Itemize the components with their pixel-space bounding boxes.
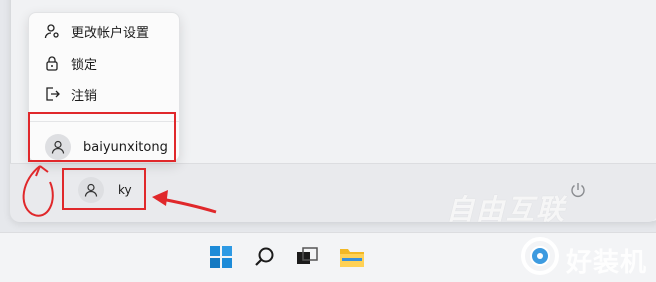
watermark-text: 自由互联 <box>446 193 567 226</box>
watermark-logo-icon <box>521 237 559 275</box>
task-view-icon[interactable] <box>293 243 321 271</box>
pointer-arrow-head <box>152 190 168 206</box>
watermark-text: 好装机 <box>566 248 648 278</box>
file-explorer-icon[interactable] <box>338 243 366 271</box>
windows-start-icon[interactable] <box>207 243 235 271</box>
curved-arrow-annotation <box>22 165 54 217</box>
search-icon[interactable] <box>251 243 279 271</box>
